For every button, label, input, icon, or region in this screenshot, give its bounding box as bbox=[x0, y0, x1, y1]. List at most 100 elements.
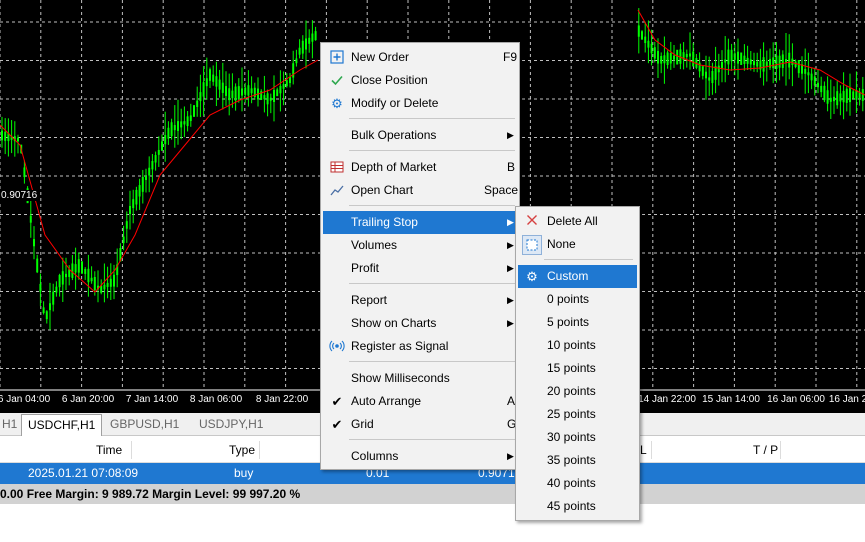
chevron-right-icon: ▶ bbox=[507, 240, 514, 250]
menu-item-show-on-charts[interactable]: Show on Charts ▶ bbox=[323, 312, 517, 335]
candle-body bbox=[298, 47, 301, 55]
menu-item-columns[interactable]: Columns ▶ bbox=[323, 445, 517, 468]
menu-separator bbox=[349, 439, 515, 440]
submenu-item-points[interactable]: 45 points bbox=[518, 495, 637, 518]
row-time: 2025.01.21 07:08:09 bbox=[28, 466, 139, 480]
candle-body bbox=[708, 77, 711, 81]
submenu-item-points[interactable]: 40 points bbox=[518, 472, 637, 495]
candle-body bbox=[849, 87, 851, 103]
menu-item-grid[interactable]: ✔ Grid G bbox=[323, 413, 517, 436]
menu-item-register-signal[interactable]: Register as Signal bbox=[323, 335, 517, 358]
candle-body bbox=[113, 274, 115, 287]
candle-body bbox=[749, 59, 752, 65]
candle-body bbox=[196, 100, 199, 107]
column-divider[interactable] bbox=[131, 441, 132, 459]
candle-body bbox=[794, 61, 797, 67]
checkmark-icon: ✔ bbox=[331, 394, 343, 409]
submenu-item-delete-all[interactable]: Delete All bbox=[518, 210, 637, 233]
candle-body bbox=[135, 189, 138, 205]
menu-item-open-chart[interactable]: Open Chart Space bbox=[323, 179, 518, 202]
submenu-item-none[interactable]: None bbox=[518, 233, 637, 256]
candle-body bbox=[167, 127, 170, 139]
row-type: buy bbox=[234, 466, 254, 480]
candle-body bbox=[810, 73, 813, 81]
menu-item-volumes[interactable]: Volumes ▶ bbox=[323, 234, 517, 257]
candle-body bbox=[813, 76, 816, 86]
submenu-item-points[interactable]: 30 points bbox=[518, 426, 637, 449]
column-header-l[interactable]: L bbox=[640, 438, 647, 462]
candle-body bbox=[785, 59, 787, 63]
candle-body bbox=[157, 149, 160, 155]
candle-body bbox=[77, 259, 80, 273]
submenu-item-points[interactable]: 20 points bbox=[518, 380, 637, 403]
candle-body bbox=[826, 90, 829, 104]
empty-box-icon bbox=[522, 235, 542, 255]
chevron-right-icon: ▶ bbox=[507, 217, 514, 227]
tab-usdchf[interactable]: USDCHF,H1 bbox=[21, 414, 103, 436]
candle-body bbox=[215, 76, 218, 87]
menu-item-modify-delete[interactable]: ⚙ Modify or Delete bbox=[323, 92, 517, 115]
checkmark-icon: ✔ bbox=[331, 417, 343, 432]
column-header-tp[interactable]: T / P bbox=[753, 438, 778, 462]
x-icon bbox=[524, 214, 540, 230]
menu-item-depth-of-market[interactable]: Depth of Market B bbox=[323, 156, 517, 179]
menu-separator bbox=[349, 118, 515, 119]
column-header-type[interactable]: Type bbox=[229, 438, 255, 462]
candle-body bbox=[33, 239, 35, 247]
menu-item-new-order[interactable]: New Order F9 bbox=[323, 46, 517, 69]
candle-body bbox=[225, 86, 227, 96]
time-axis-label: 7 Jan 14:00 bbox=[125, 394, 179, 405]
candle-body bbox=[45, 311, 48, 320]
candle-body bbox=[644, 36, 647, 44]
candle-body bbox=[74, 264, 77, 273]
chevron-right-icon: ▶ bbox=[507, 295, 514, 305]
menu-item-auto-arrange[interactable]: ✔ Auto Arrange A bbox=[323, 390, 517, 413]
candle-body bbox=[308, 37, 311, 44]
submenu-item-points[interactable]: 35 points bbox=[518, 449, 637, 472]
candle-body bbox=[701, 66, 704, 76]
menu-item-report[interactable]: Report ▶ bbox=[323, 289, 517, 312]
candle-body bbox=[129, 205, 131, 215]
submenu-item-points[interactable]: 10 points bbox=[518, 334, 637, 357]
menu-item-trailing-stop[interactable]: Trailing Stop ▶ bbox=[323, 211, 517, 234]
candle-body bbox=[234, 86, 237, 101]
candle-body bbox=[650, 43, 653, 54]
candle-body bbox=[125, 221, 128, 229]
menu-item-show-milliseconds[interactable]: Show Milliseconds bbox=[323, 367, 517, 390]
chevron-right-icon: ▶ bbox=[507, 263, 514, 273]
column-divider[interactable] bbox=[780, 441, 781, 459]
candle-body bbox=[756, 61, 759, 67]
menu-item-close-position[interactable]: Close Position bbox=[323, 69, 517, 92]
candle-body bbox=[641, 31, 643, 40]
candle-body bbox=[673, 55, 675, 60]
submenu-item-points[interactable]: 5 points bbox=[518, 311, 637, 334]
candle-body bbox=[657, 50, 659, 64]
column-divider[interactable] bbox=[259, 441, 260, 459]
line-chart-icon bbox=[329, 183, 345, 199]
submenu-item-points[interactable]: 0 points bbox=[518, 288, 637, 311]
candle-body bbox=[61, 271, 64, 285]
column-divider[interactable] bbox=[651, 441, 652, 459]
candle-body bbox=[727, 49, 730, 65]
menu-item-profit[interactable]: Profit ▶ bbox=[323, 257, 517, 280]
candle-body bbox=[199, 92, 202, 102]
candle-body bbox=[250, 88, 253, 94]
menu-item-bulk-operations[interactable]: Bulk Operations ▶ bbox=[323, 124, 517, 147]
candle-body bbox=[746, 57, 749, 64]
candle-body bbox=[103, 284, 106, 290]
candle-body bbox=[289, 76, 291, 84]
time-axis-label: 15 Jan 14:00 bbox=[702, 394, 760, 405]
candle-body bbox=[93, 277, 96, 290]
candle-body bbox=[820, 85, 823, 93]
checkmark-icon bbox=[329, 73, 345, 89]
candle-body bbox=[788, 52, 791, 68]
submenu-item-custom[interactable]: ⚙ Custom bbox=[518, 265, 637, 288]
candle-body bbox=[228, 88, 231, 101]
column-header-time[interactable]: Time bbox=[96, 438, 122, 462]
candle-body bbox=[189, 115, 192, 122]
submenu-item-points[interactable]: 25 points bbox=[518, 403, 637, 426]
tab-gbpusd[interactable]: GBPUSD,H1 bbox=[104, 415, 185, 434]
tab-chart[interactable]: H1 bbox=[0, 415, 23, 434]
tab-usdjpy[interactable]: USDJPY,H1 bbox=[193, 415, 269, 434]
submenu-item-points[interactable]: 15 points bbox=[518, 357, 637, 380]
